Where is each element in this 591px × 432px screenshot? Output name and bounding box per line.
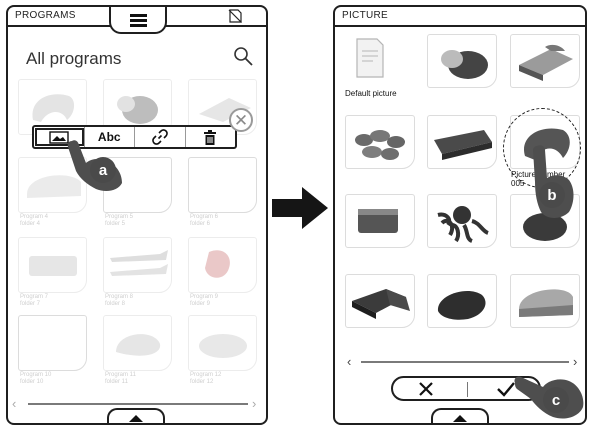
scroll-left-arrow[interactable]: ‹ <box>12 396 16 411</box>
tile-label: Program 8 folder 8 <box>105 294 134 307</box>
scroll-left-arrow[interactable]: ‹ <box>347 354 351 369</box>
horizontal-scrollbar[interactable] <box>361 361 569 363</box>
document-icon <box>356 38 384 78</box>
callout-b: b <box>539 182 565 208</box>
program-tile-bread[interactable] <box>18 237 87 293</box>
toolbar-delete-button[interactable] <box>186 127 236 147</box>
fish-image <box>110 250 168 276</box>
tile-label: Program 4 folder 4 <box>20 214 49 227</box>
picture-tile-roast-meat[interactable] <box>345 274 415 328</box>
tile-label: Program 11 folder 11 <box>105 372 136 385</box>
program-tile-empty[interactable] <box>188 157 257 213</box>
bread-roll-image <box>441 50 488 79</box>
tile-label: Program 12 folder 12 <box>190 372 222 385</box>
tile-label: Program 9 folder 9 <box>190 294 219 307</box>
triangle-up-icon <box>129 415 143 422</box>
default-picture-tile[interactable] <box>349 35 389 83</box>
bread-image <box>29 256 77 276</box>
roast-meat-image <box>352 289 410 319</box>
picture-tile-nuggets[interactable] <box>345 115 415 169</box>
action-divider <box>467 382 468 397</box>
toolbar-link-button[interactable] <box>135 127 186 147</box>
search-icon[interactable] <box>232 45 254 67</box>
chicken-image <box>116 334 161 356</box>
tile-label: Program 10 folder 10 <box>20 372 52 385</box>
roast-image <box>199 334 247 358</box>
pie-image <box>358 209 398 233</box>
close-icon: ✕ <box>233 110 249 130</box>
bread-loaf-image <box>519 289 573 317</box>
picture-screen: PICTURE Default picture Picture number 0… <box>333 5 587 425</box>
menu-button[interactable] <box>109 7 167 34</box>
program-tile-empty[interactable] <box>18 315 87 371</box>
picture-tile-octopus[interactable] <box>427 194 497 248</box>
triangle-up-icon <box>453 415 467 422</box>
drawer-up-button[interactable] <box>431 408 489 423</box>
edit-toolbar: Abc <box>32 125 237 149</box>
no-sd-card-icon <box>228 9 242 23</box>
granola-bar-image <box>434 130 492 160</box>
program-tile-meat[interactable] <box>188 237 257 293</box>
callout-a: a <box>90 157 116 183</box>
screen-title: PROGRAMS <box>15 10 76 21</box>
link-icon <box>151 129 168 145</box>
page-title: All programs <box>26 49 122 68</box>
trash-icon <box>204 129 217 145</box>
tile-label: Program 5 folder 5 <box>105 214 134 227</box>
default-picture-label: Default picture <box>345 89 397 98</box>
program-tile-fish[interactable] <box>103 237 172 293</box>
tile-label: Program 6 folder 6 <box>190 214 219 227</box>
header-divider <box>335 25 585 27</box>
transition-arrow-icon <box>272 187 328 229</box>
cancel-icon[interactable] <box>417 380 435 398</box>
program-tile-roast[interactable] <box>188 315 257 371</box>
programs-screen: PROGRAMS All programs Abc ✕ Program 4 fo… <box>6 5 268 425</box>
picture-tile-bread-loaf[interactable] <box>510 274 580 328</box>
screen-title: PICTURE <box>342 10 388 21</box>
tile-label: Program 7 folder 7 <box>20 294 49 307</box>
picture-tile-cake-slice[interactable] <box>510 34 580 88</box>
horizontal-scrollbar[interactable] <box>28 403 248 405</box>
roast-chicken-image <box>437 290 486 320</box>
drawer-up-button[interactable] <box>107 408 165 423</box>
picture-tile-roast-chicken[interactable] <box>427 274 497 328</box>
cake-slice-image <box>519 44 573 81</box>
scroll-right-arrow[interactable]: › <box>573 354 577 369</box>
meat-image <box>205 250 230 278</box>
picture-tile-pie[interactable] <box>345 194 415 248</box>
picture-tile-granola-bar[interactable] <box>427 115 497 169</box>
close-button[interactable]: ✕ <box>229 108 253 132</box>
callout-c: c <box>543 387 569 413</box>
scroll-right-arrow[interactable]: › <box>252 396 256 411</box>
nuggets-image <box>355 130 405 160</box>
octopus-image <box>437 206 489 243</box>
picture-tile-bread-roll[interactable] <box>427 34 497 88</box>
program-tile-chicken[interactable] <box>103 315 172 371</box>
